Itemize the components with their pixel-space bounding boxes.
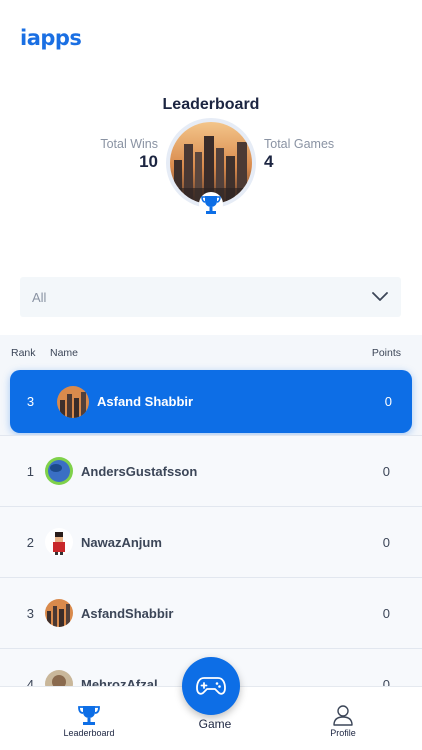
filter-selected-value: All xyxy=(32,289,47,305)
row-points: 0 xyxy=(382,605,390,621)
row-rank: 3 xyxy=(26,605,34,621)
total-wins-value: 10 xyxy=(139,152,158,171)
table-row[interactable]: 2 NawazAnjum 0 xyxy=(0,506,422,577)
rank-header: Rank xyxy=(11,347,36,359)
game-label: Game xyxy=(198,717,232,731)
avatar xyxy=(45,457,73,485)
current-user-rank: 3 xyxy=(26,394,35,409)
avatar xyxy=(45,599,73,627)
current-user-points: 0 xyxy=(384,394,392,409)
filter-dropdown[interactable]: All xyxy=(20,277,401,317)
gamepad-icon xyxy=(196,677,226,695)
avatar xyxy=(45,528,73,556)
total-games-stat: Total Games 4 xyxy=(264,137,334,172)
game-button[interactable] xyxy=(182,657,240,715)
table-row[interactable]: 3 AsfandShabbir 0 xyxy=(0,577,422,648)
row-rank: 1 xyxy=(26,463,34,479)
row-name: NawazAnjum xyxy=(81,534,162,550)
row-name: AsfandShabbir xyxy=(81,605,174,621)
total-wins-stat: Total Wins 10 xyxy=(100,137,158,172)
table-header: Rank Name Points xyxy=(0,335,422,371)
tab-profile[interactable]: Profile xyxy=(303,704,383,738)
current-user-row[interactable]: 3 Asfand Shabbir 0 xyxy=(10,370,412,433)
row-points: 0 xyxy=(382,463,390,479)
total-games-label: Total Games xyxy=(264,137,335,151)
tab-leaderboard-label: Leaderboard xyxy=(63,728,115,738)
avatar xyxy=(57,385,89,418)
table-row[interactable]: 1 AndersGustafsson 0 xyxy=(0,435,422,506)
page-title: Leaderboard xyxy=(162,96,260,113)
tab-profile-label: Profile xyxy=(330,728,356,738)
trophy-icon xyxy=(78,706,100,725)
tab-leaderboard[interactable]: Leaderboard xyxy=(49,704,129,738)
leaderboard-list: 1 AndersGustafsson 0 2 NawazAnjum 0 3 As… xyxy=(0,435,422,695)
points-header: Points xyxy=(371,347,401,359)
total-games-value: 4 xyxy=(264,152,274,171)
name-header: Name xyxy=(50,347,79,359)
row-points: 0 xyxy=(382,534,390,550)
user-icon xyxy=(333,705,353,726)
leaderboard-table: Rank Name Points 3 Asfand Shabbir 0 1 An… xyxy=(0,335,422,695)
current-user-name: Asfand Shabbir xyxy=(97,394,194,409)
total-wins-label: Total Wins xyxy=(100,137,158,151)
chevron-down-icon xyxy=(372,292,388,301)
trophy-icon xyxy=(199,192,223,218)
row-name: AndersGustafsson xyxy=(81,463,198,479)
app-logo: iapps xyxy=(20,26,82,50)
row-rank: 2 xyxy=(26,534,34,550)
